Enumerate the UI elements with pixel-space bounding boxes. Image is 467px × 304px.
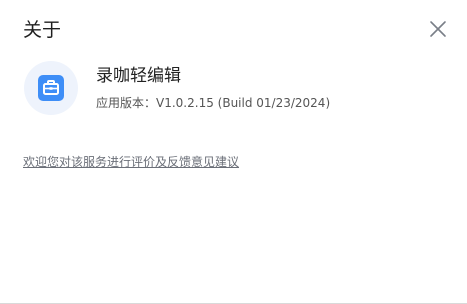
- about-dialog: 关于 录咖轻编辑 应用版本：V1.0.2.15 (Build 01/23/202…: [0, 0, 467, 304]
- close-button[interactable]: [426, 17, 450, 41]
- dialog-title: 关于: [23, 19, 62, 41]
- app-icon: [24, 61, 78, 115]
- briefcase-app-icon: [38, 75, 64, 101]
- feedback-link[interactable]: 欢迎您对该服务进行评价及反馈意见建议: [23, 154, 239, 170]
- version-label: 应用版本：: [96, 96, 157, 110]
- version-value: V1.0.2.15 (Build 01/23/2024): [156, 96, 331, 110]
- app-name: 录咖轻编辑: [96, 66, 181, 86]
- close-icon: [430, 21, 446, 37]
- version-info: 应用版本：V1.0.2.15 (Build 01/23/2024): [96, 95, 330, 111]
